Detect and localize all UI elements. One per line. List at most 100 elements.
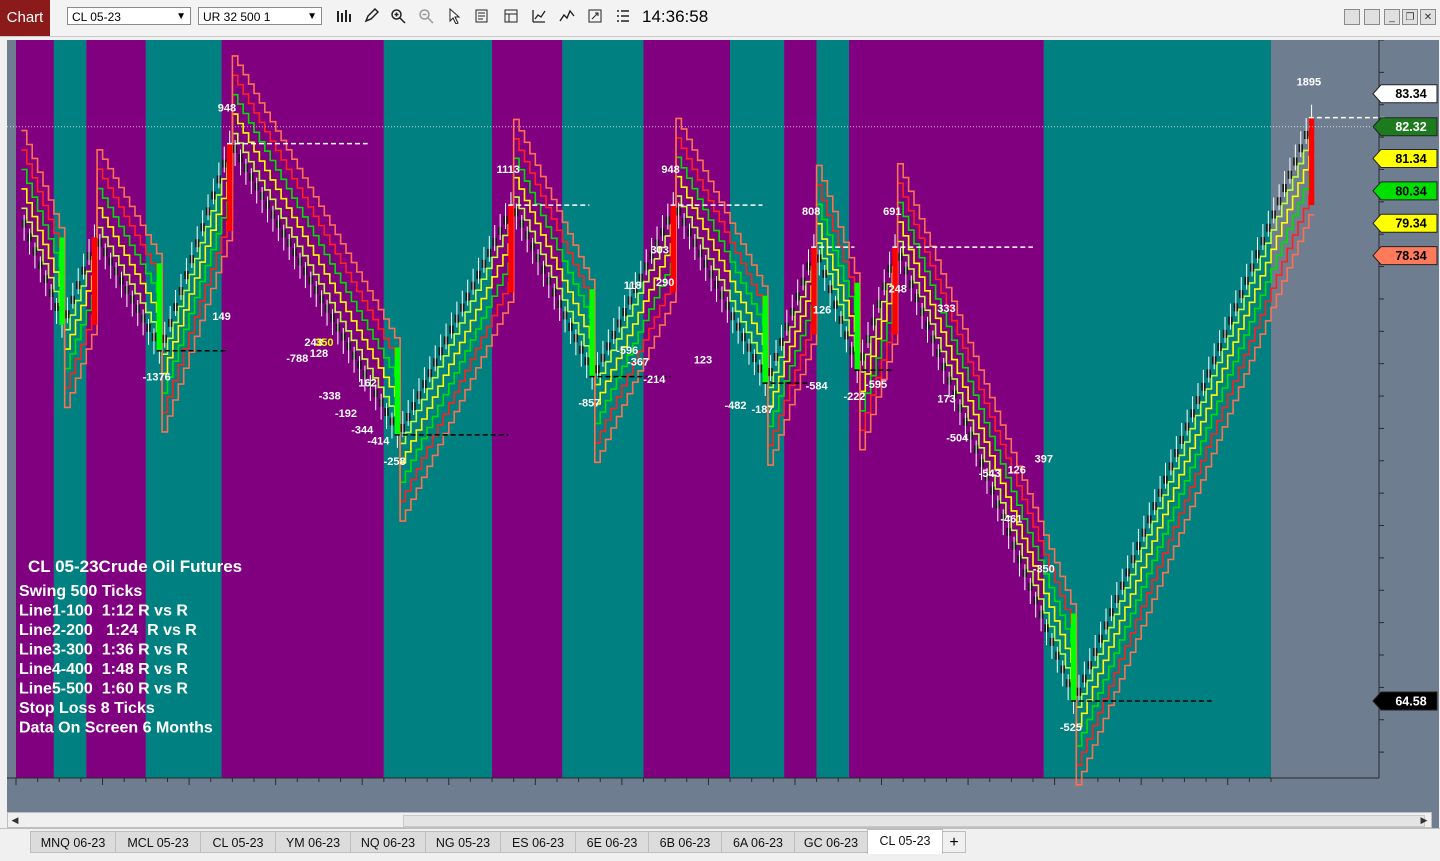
- price-marker-label: 79.34: [1395, 217, 1426, 231]
- chart-panel[interactable]: -1376 948 -258 1113 -857 948 -187 808 -222 691 -52…: [7, 40, 1439, 830]
- swing-label: -482: [724, 400, 746, 412]
- annotation-line: Line3-300 1:36 R vs R: [19, 642, 188, 659]
- instrument-tab[interactable]: CL 05-23: [867, 829, 943, 854]
- scroll-right-icon[interactable]: ▶: [1417, 813, 1431, 827]
- swing-label: 162: [358, 377, 376, 389]
- price-marker-label: 83.34: [1395, 87, 1426, 101]
- swing-label: 149: [212, 311, 230, 323]
- instrument-tab[interactable]: MCL 05-23: [115, 831, 201, 853]
- price-marker-label: 78.34: [1395, 249, 1426, 263]
- price-marker-label: 81.34: [1395, 152, 1426, 166]
- bars-icon[interactable]: [336, 8, 352, 24]
- instrument-tab[interactable]: 6E 06-23: [575, 831, 649, 853]
- snapshot-icon[interactable]: [587, 8, 603, 24]
- swing-label: 948: [661, 164, 679, 176]
- instrument-tab[interactable]: NQ 06-23: [350, 831, 426, 853]
- annotation-line: Swing 500 Ticks: [19, 583, 142, 600]
- reversal-bar: [156, 263, 163, 351]
- swing-label: 808: [802, 206, 820, 218]
- instrument-tab[interactable]: NG 05-23: [425, 831, 501, 853]
- swing-label: 123: [694, 355, 712, 367]
- add-tab-button[interactable]: +: [942, 831, 966, 853]
- zoom-out-icon[interactable]: [418, 8, 434, 24]
- horizontal-scrollbar[interactable]: ◀ ▶: [7, 812, 1432, 828]
- session-band: [221, 40, 384, 778]
- indicator-icon[interactable]: [559, 8, 575, 24]
- price-marker-label: 80.34: [1395, 184, 1426, 198]
- minimize-window-button[interactable]: _: [1384, 9, 1400, 25]
- annotation-line: Data On Screen 6 Months: [19, 720, 213, 737]
- instrument-selector-value: CL 05-23: [72, 10, 121, 24]
- instrument-tab[interactable]: GC 06-23: [794, 831, 868, 853]
- strategy-icon[interactable]: [531, 8, 547, 24]
- instrument-tab[interactable]: 6A 06-23: [721, 831, 795, 853]
- swing-label: -414: [367, 436, 390, 448]
- properties-icon[interactable]: [474, 8, 490, 24]
- annotation-line: Line5-500 1:60 R vs R: [19, 681, 188, 698]
- chevron-down-icon: ▼: [307, 11, 317, 22]
- instrument-tab[interactable]: YM 06-23: [275, 831, 351, 853]
- instrument-tab[interactable]: 6B 06-23: [648, 831, 722, 853]
- maximize-button[interactable]: [1364, 9, 1380, 25]
- swing-label: 350: [315, 337, 333, 349]
- swing-label: 118: [624, 280, 642, 292]
- swing-label: 1113: [497, 164, 520, 176]
- minimize-button[interactable]: [1344, 9, 1360, 25]
- swing-label: 126: [1008, 465, 1026, 477]
- zoom-in-icon[interactable]: [390, 8, 406, 24]
- reversal-bar: [1308, 117, 1315, 206]
- reversal-bar: [91, 237, 98, 325]
- swing-label: -1376: [143, 372, 171, 384]
- swing-label: 173: [937, 394, 955, 406]
- template-icon[interactable]: [503, 8, 519, 24]
- swing-label: -788: [286, 353, 308, 365]
- swing-label: 128: [310, 348, 328, 360]
- swing-label: -367: [627, 356, 649, 368]
- swing-label: -192: [335, 408, 357, 420]
- swing-label: -344: [351, 424, 374, 436]
- swing-label: 397: [1035, 453, 1053, 465]
- instrument-tab-bar: MNQ 06-23 MCL 05-23 CL 05-23 YM 06-23 NQ 06-…: [0, 828, 1440, 861]
- price-marker-label: 82.32: [1395, 120, 1426, 134]
- data-box-icon[interactable]: [615, 8, 631, 24]
- reversal-bar: [589, 289, 595, 377]
- restore-window-button[interactable]: ❐: [1402, 9, 1418, 25]
- instrument-tab[interactable]: ES 06-23: [500, 831, 576, 853]
- swing-label: -504: [946, 432, 969, 444]
- clock: 14:36:58: [642, 7, 709, 26]
- bar-type-selector[interactable]: UR 32 500 1 ▼: [198, 7, 322, 25]
- swing-label: -338: [319, 390, 341, 402]
- cursor-icon[interactable]: [446, 7, 462, 25]
- chevron-down-icon: ▼: [176, 11, 186, 22]
- scroll-left-icon[interactable]: ◀: [8, 813, 22, 827]
- reversal-bar: [59, 237, 65, 325]
- swing-label: 1895: [1297, 77, 1321, 89]
- instrument-selector[interactable]: CL 05-23 ▼: [67, 7, 191, 25]
- swing-label: 948: [218, 103, 236, 115]
- pencil-icon[interactable]: [363, 7, 380, 24]
- reversal-bar: [226, 143, 233, 231]
- instrument-tab[interactable]: MNQ 06-23: [30, 831, 116, 853]
- annotation-line: Line4-400 1:48 R vs R: [19, 661, 188, 678]
- reversal-bar: [1070, 613, 1077, 701]
- title-bar: Chart CL 05-23 ▼ UR 32 500 1 ▼ 14:36:58 …: [0, 0, 1440, 37]
- swing-label: 303: [651, 245, 669, 257]
- swing-label: -187: [751, 404, 773, 416]
- swing-label: -222: [843, 391, 865, 403]
- reversal-bar: [762, 295, 768, 384]
- reversal-bar: [508, 205, 514, 293]
- swing-label: -584: [806, 381, 829, 393]
- swing-label: -525: [1060, 722, 1082, 734]
- annotation-title: CL 05-23Crude Oil Futures: [28, 557, 242, 576]
- swing-label: -596: [616, 345, 638, 357]
- chart-window-tab[interactable]: Chart: [0, 0, 50, 36]
- annotation-line: Line2-200 1:24 R vs R: [19, 622, 197, 639]
- close-window-button[interactable]: ✕: [1420, 9, 1436, 25]
- reversal-bar: [394, 347, 401, 435]
- price-chart[interactable]: -1376 948 -258 1113 -857 948 -187 808 -222 691 -52…: [7, 40, 1439, 810]
- reversal-bar: [811, 247, 817, 335]
- session-band: [816, 40, 850, 778]
- scrollbar-thumb[interactable]: [403, 815, 1425, 827]
- instrument-tab[interactable]: CL 05-23: [200, 831, 276, 853]
- reversal-bar: [854, 282, 860, 371]
